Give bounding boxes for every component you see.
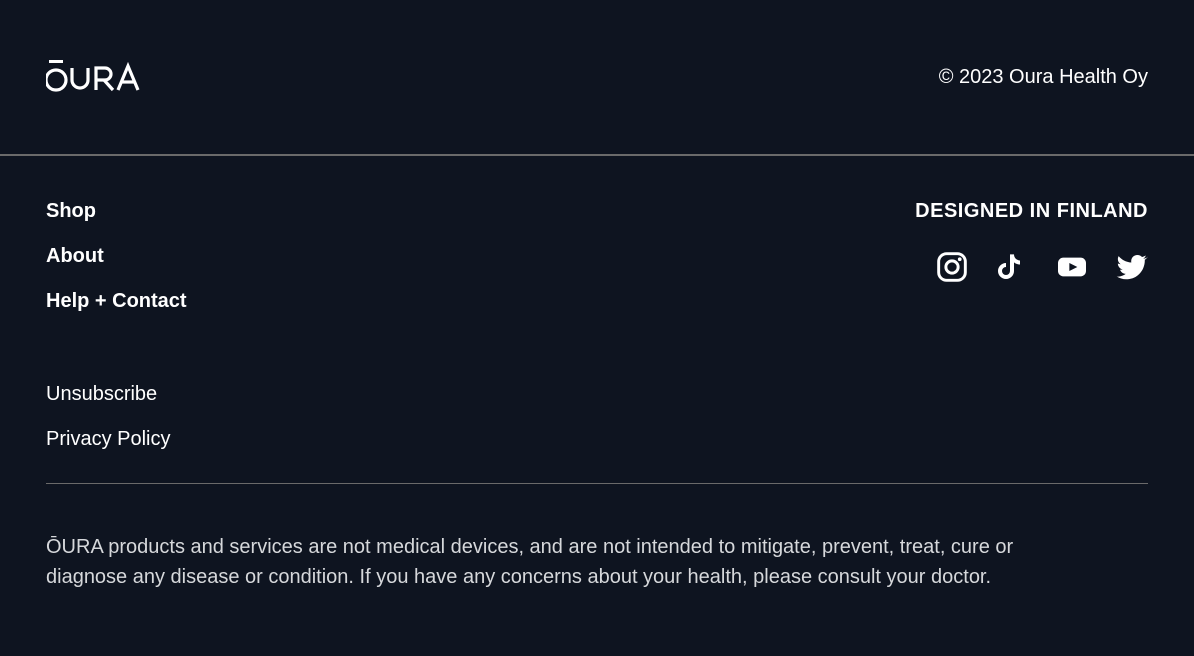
- footer-nav: Shop About Help + Contact: [46, 200, 187, 335]
- legal-links: Unsubscribe Privacy Policy: [0, 335, 1194, 451]
- instagram-link[interactable]: [936, 251, 968, 283]
- privacy-policy-link[interactable]: Privacy Policy: [46, 428, 1148, 451]
- tiktok-icon: [996, 251, 1028, 283]
- youtube-link[interactable]: [1056, 251, 1088, 283]
- medical-disclaimer-text: ŌURA products and services are not medic…: [0, 484, 1120, 592]
- nav-help-contact-link[interactable]: Help + Contact: [46, 290, 187, 313]
- oura-logo: [46, 60, 156, 94]
- instagram-icon: [936, 251, 968, 283]
- tiktok-link[interactable]: [996, 251, 1028, 283]
- copyright-text: © 2023 Oura Health Oy: [939, 66, 1148, 89]
- twitter-link[interactable]: [1116, 251, 1148, 283]
- twitter-icon: [1116, 251, 1148, 283]
- footer-header: © 2023 Oura Health Oy: [0, 0, 1194, 156]
- youtube-icon: [1056, 251, 1088, 283]
- footer-mid: Shop About Help + Contact DESIGNED IN FI…: [0, 156, 1194, 335]
- designed-in-finland-label: DESIGNED IN FINLAND: [915, 200, 1148, 223]
- nav-shop-link[interactable]: Shop: [46, 200, 187, 223]
- unsubscribe-link[interactable]: Unsubscribe: [46, 383, 1148, 406]
- social-icons-row: [915, 251, 1148, 283]
- footer-right-column: DESIGNED IN FINLAND: [915, 200, 1148, 335]
- nav-about-link[interactable]: About: [46, 245, 187, 268]
